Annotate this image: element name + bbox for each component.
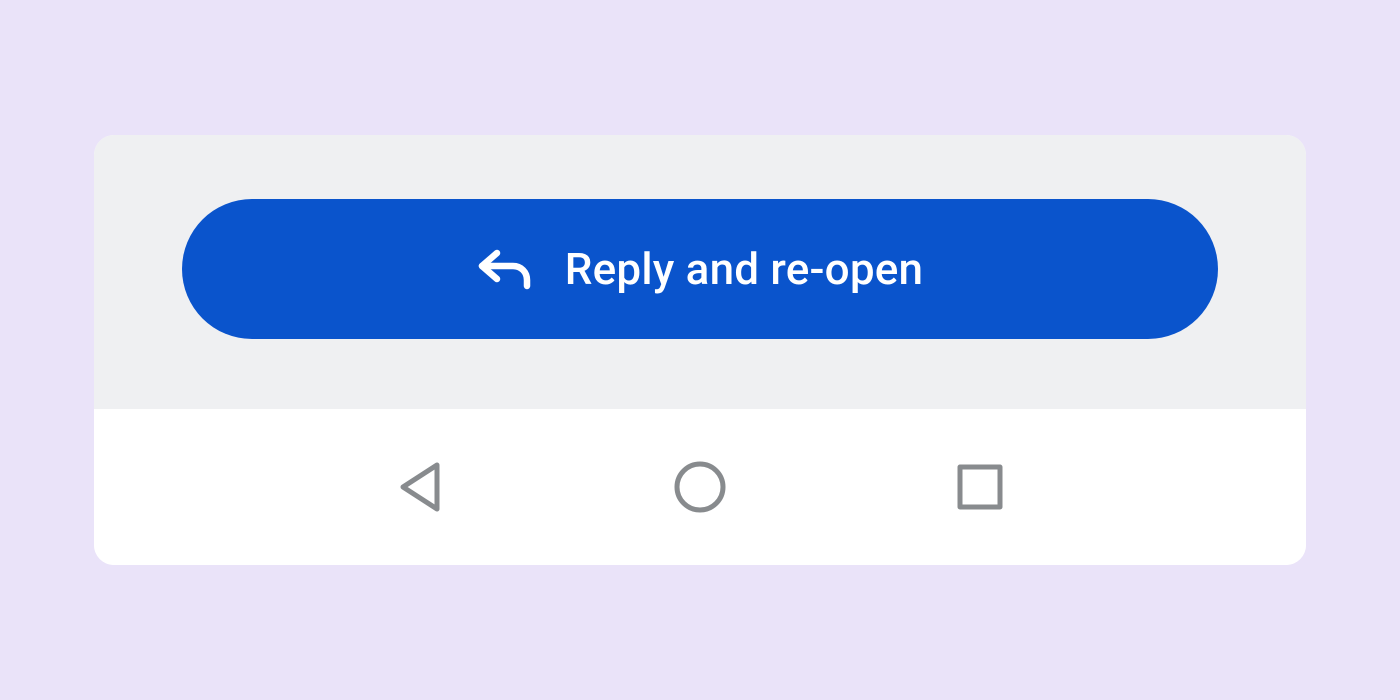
reply-button-label: Reply and re-open: [565, 243, 923, 295]
preview-card: Reply and re-open: [94, 135, 1306, 565]
button-panel: Reply and re-open: [94, 135, 1306, 409]
reply-arrow-icon: [477, 244, 531, 294]
triangle-back-icon: [395, 459, 445, 515]
reply-and-reopen-button[interactable]: Reply and re-open: [182, 199, 1218, 339]
square-recent-icon: [954, 461, 1006, 513]
android-nav-bar: [94, 409, 1306, 565]
nav-home-button[interactable]: [660, 447, 740, 527]
nav-recent-button[interactable]: [940, 447, 1020, 527]
circle-home-icon: [672, 459, 728, 515]
nav-back-button[interactable]: [380, 447, 460, 527]
